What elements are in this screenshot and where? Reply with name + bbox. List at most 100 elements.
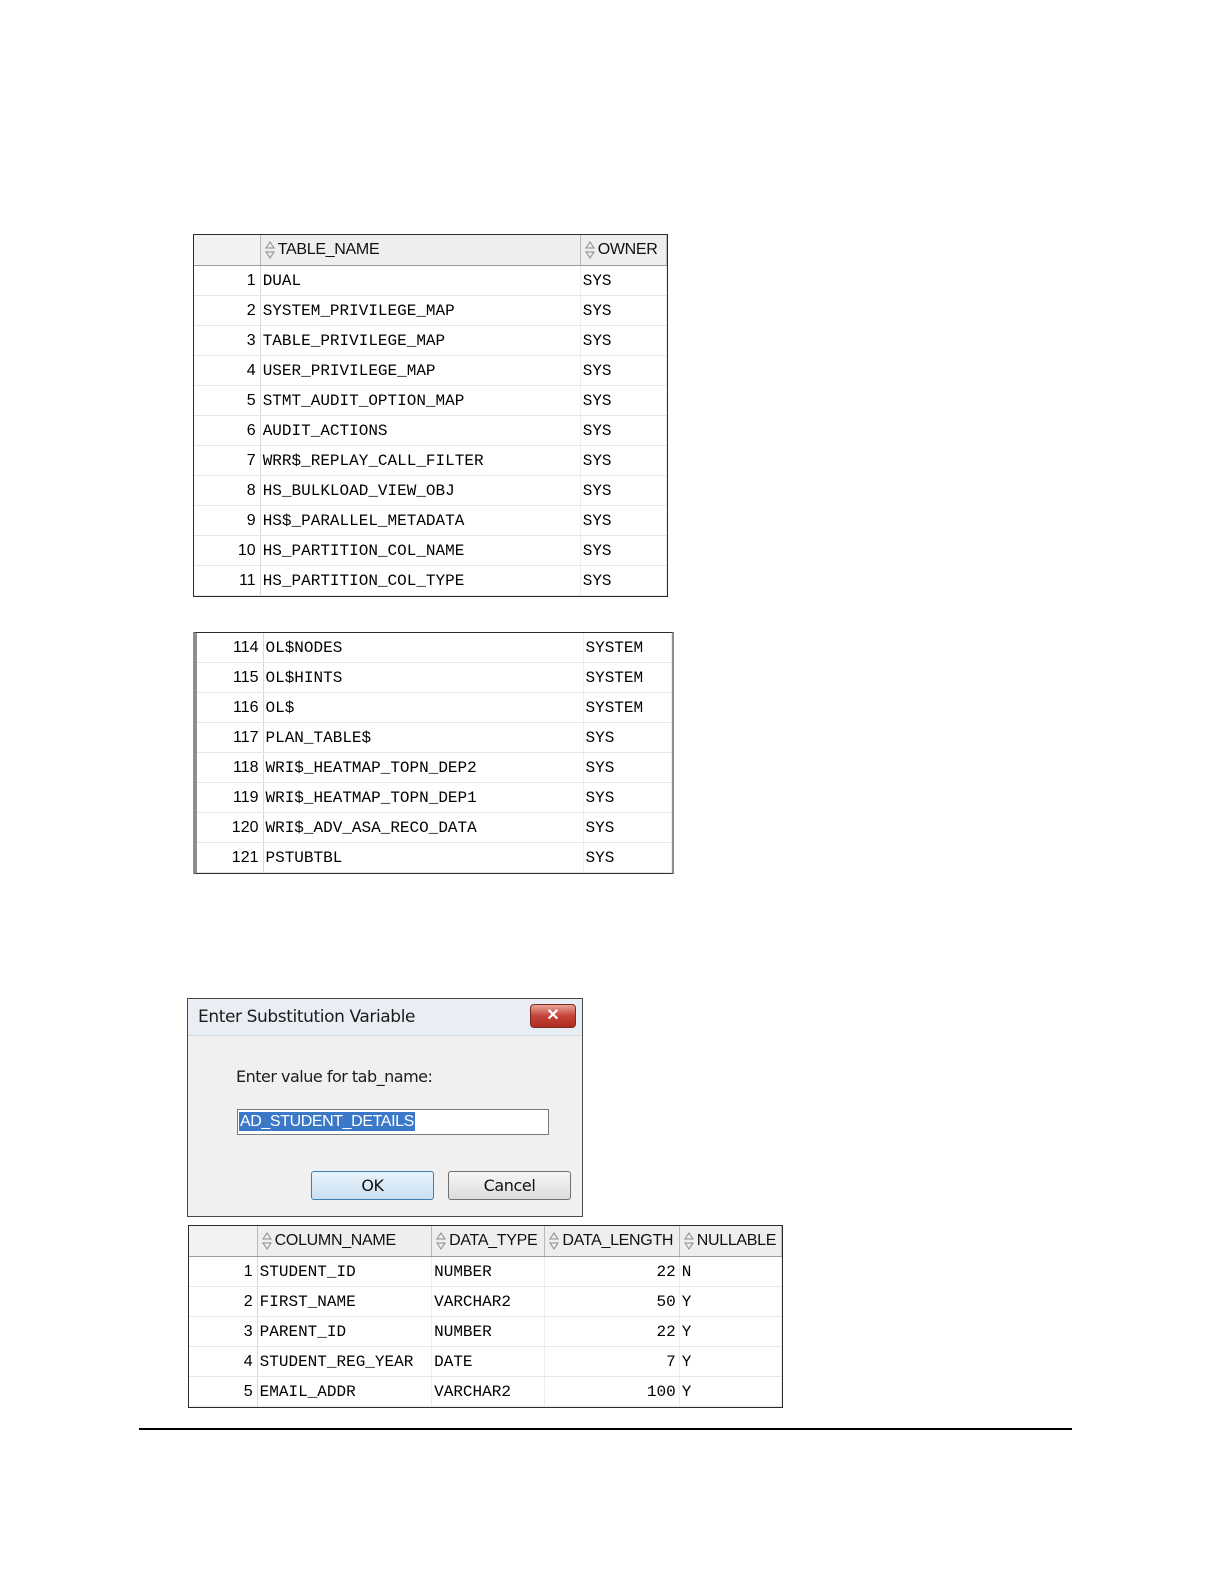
cell-len[interactable]: 22: [544, 1256, 680, 1287]
cell-name[interactable]: PSTUBTBL: [263, 842, 584, 873]
table-row[interactable]: 121 PSTUBTBL SYS: [197, 842, 672, 873]
cell-owner[interactable]: SYS: [583, 752, 672, 783]
cell-type[interactable]: NUMBER: [431, 1316, 546, 1347]
table-row[interactable]: 116 OL$ SYSTEM: [197, 692, 672, 723]
cell-owner[interactable]: SYS: [580, 385, 668, 416]
ok-button[interactable]: OK: [311, 1171, 434, 1200]
cell-owner[interactable]: SYS: [583, 782, 672, 813]
cell-name[interactable]: HS_PARTITION_COL_TYPE: [260, 565, 581, 596]
sort-icon[interactable]: [264, 240, 275, 259]
table-row[interactable]: 6 AUDIT_ACTIONS SYS: [194, 415, 668, 446]
table-row[interactable]: 115 OL$HINTS SYSTEM: [197, 662, 672, 693]
sort-icon[interactable]: [683, 1231, 694, 1250]
table-row[interactable]: 117 PLAN_TABLE$ SYS: [197, 722, 672, 753]
dialog-titlebar[interactable]: Enter Substitution Variable ✕: [188, 999, 582, 1036]
cell-owner[interactable]: SYS: [580, 535, 668, 566]
cell-owner[interactable]: SYS: [580, 265, 668, 296]
cell-name[interactable]: HS_BULKLOAD_VIEW_OBJ: [260, 475, 581, 506]
table-row[interactable]: 120 WRI$_ADV_ASA_RECO_DATA SYS: [197, 812, 672, 843]
cell-name[interactable]: WRI$_HEATMAP_TOPN_DEP1: [263, 782, 584, 813]
cell-owner[interactable]: SYSTEM: [583, 692, 672, 723]
cell-len[interactable]: 7: [544, 1346, 680, 1377]
cell-name[interactable]: OL$NODES: [263, 633, 584, 663]
cell-col[interactable]: EMAIL_ADDR: [257, 1376, 433, 1407]
sort-icon[interactable]: [584, 240, 595, 259]
table-row[interactable]: 3 TABLE_PRIVILEGE_MAP SYS: [194, 325, 668, 356]
cell-name[interactable]: DUAL: [260, 265, 581, 296]
table-row[interactable]: 4 USER_PRIVILEGE_MAP SYS: [194, 355, 668, 386]
cell-owner[interactable]: SYS: [580, 295, 668, 326]
cell-owner[interactable]: SYS: [580, 355, 668, 386]
cell-owner[interactable]: SYS: [580, 505, 668, 536]
sort-icon[interactable]: [549, 1231, 560, 1250]
column-header-owner[interactable]: OWNER: [580, 235, 668, 266]
cell-nullable[interactable]: Y: [679, 1376, 783, 1407]
cell-name[interactable]: STMT_AUDIT_OPTION_MAP: [260, 385, 581, 416]
cell-owner[interactable]: SYS: [580, 415, 668, 446]
cell-name[interactable]: TABLE_PRIVILEGE_MAP: [260, 325, 581, 356]
cell-name[interactable]: OL$HINTS: [263, 662, 584, 693]
table-row[interactable]: 2 FIRST_NAME VARCHAR2 50 Y: [189, 1286, 783, 1317]
cell-col[interactable]: FIRST_NAME: [257, 1286, 433, 1317]
table-row[interactable]: 7 WRR$_REPLAY_CALL_FILTER SYS: [194, 445, 668, 476]
cell-col[interactable]: STUDENT_ID: [257, 1256, 433, 1287]
cell-type[interactable]: NUMBER: [431, 1256, 546, 1287]
table-row[interactable]: 114 OL$NODES SYSTEM: [197, 633, 672, 663]
cell-owner[interactable]: SYS: [580, 475, 668, 506]
cell-name[interactable]: AUDIT_ACTIONS: [260, 415, 581, 446]
cell-type[interactable]: VARCHAR2: [431, 1286, 546, 1317]
cell-owner[interactable]: SYSTEM: [583, 633, 672, 663]
cell-len[interactable]: 100: [544, 1376, 680, 1407]
cell-name[interactable]: HS$_PARALLEL_METADATA: [260, 505, 581, 536]
cell-len[interactable]: 50: [544, 1286, 680, 1317]
sort-icon[interactable]: [261, 1231, 272, 1250]
table-row[interactable]: 8 HS_BULKLOAD_VIEW_OBJ SYS: [194, 475, 668, 506]
results-grid-tables-bottom: 114 OL$NODES SYSTEM 115 OL$HINTS SYSTEM 116 OL$…: [193, 632, 674, 874]
cell-owner[interactable]: SYS: [583, 722, 672, 753]
table-row[interactable]: 5 EMAIL_ADDR VARCHAR2 100 Y: [189, 1376, 783, 1407]
cell-name[interactable]: PLAN_TABLE$: [263, 722, 584, 753]
close-button[interactable]: ✕: [530, 1004, 576, 1028]
table-row[interactable]: 1 STUDENT_ID NUMBER 22 N: [189, 1256, 783, 1287]
column-header-data-length[interactable]: DATA_LENGTH: [544, 1226, 680, 1257]
cell-owner[interactable]: SYS: [580, 445, 668, 476]
table-row[interactable]: 119 WRI$_HEATMAP_TOPN_DEP1 SYS: [197, 782, 672, 813]
cell-owner[interactable]: SYS: [583, 812, 672, 843]
table-row[interactable]: 3 PARENT_ID NUMBER 22 Y: [189, 1316, 783, 1347]
table-row[interactable]: 118 WRI$_HEATMAP_TOPN_DEP2 SYS: [197, 752, 672, 783]
cell-owner[interactable]: SYSTEM: [583, 662, 672, 693]
cell-owner[interactable]: SYS: [580, 565, 668, 596]
cell-owner[interactable]: SYS: [583, 842, 672, 873]
sort-icon[interactable]: [436, 1231, 447, 1250]
cell-col[interactable]: STUDENT_REG_YEAR: [257, 1346, 433, 1377]
table-row[interactable]: 2 SYSTEM_PRIVILEGE_MAP SYS: [194, 295, 668, 326]
cell-type[interactable]: DATE: [431, 1346, 546, 1377]
cell-nullable[interactable]: N: [679, 1256, 783, 1287]
cell-name[interactable]: WRI$_ADV_ASA_RECO_DATA: [263, 812, 584, 843]
cell-len[interactable]: 22: [544, 1316, 680, 1347]
cell-name[interactable]: HS_PARTITION_COL_NAME: [260, 535, 581, 566]
cell-type[interactable]: VARCHAR2: [431, 1376, 546, 1407]
table-row[interactable]: 10 HS_PARTITION_COL_NAME SYS: [194, 535, 668, 566]
column-header-nullable[interactable]: NULLABLE: [679, 1226, 783, 1257]
table-row[interactable]: 4 STUDENT_REG_YEAR DATE 7 Y: [189, 1346, 783, 1377]
tab-name-input[interactable]: AD_STUDENT_DETAILS: [237, 1109, 549, 1135]
column-header-data-type[interactable]: DATA_TYPE: [431, 1226, 546, 1257]
column-header-table-name[interactable]: TABLE_NAME: [260, 235, 581, 266]
cell-nullable[interactable]: Y: [679, 1286, 783, 1317]
cell-name[interactable]: WRR$_REPLAY_CALL_FILTER: [260, 445, 581, 476]
table-row[interactable]: 5 STMT_AUDIT_OPTION_MAP SYS: [194, 385, 668, 416]
cell-name[interactable]: USER_PRIVILEGE_MAP: [260, 355, 581, 386]
column-header-column-name[interactable]: COLUMN_NAME: [257, 1226, 433, 1257]
cell-name[interactable]: SYSTEM_PRIVILEGE_MAP: [260, 295, 581, 326]
cell-name[interactable]: WRI$_HEATMAP_TOPN_DEP2: [263, 752, 584, 783]
cell-nullable[interactable]: Y: [679, 1316, 783, 1347]
table-row[interactable]: 11 HS_PARTITION_COL_TYPE SYS: [194, 565, 668, 596]
cell-name[interactable]: OL$: [263, 692, 584, 723]
cancel-button[interactable]: Cancel: [448, 1171, 571, 1200]
cell-col[interactable]: PARENT_ID: [257, 1316, 433, 1347]
cell-nullable[interactable]: Y: [679, 1346, 783, 1377]
table-row[interactable]: 9 HS$_PARALLEL_METADATA SYS: [194, 505, 668, 536]
cell-owner[interactable]: SYS: [580, 325, 668, 356]
table-row[interactable]: 1 DUAL SYS: [194, 265, 668, 296]
